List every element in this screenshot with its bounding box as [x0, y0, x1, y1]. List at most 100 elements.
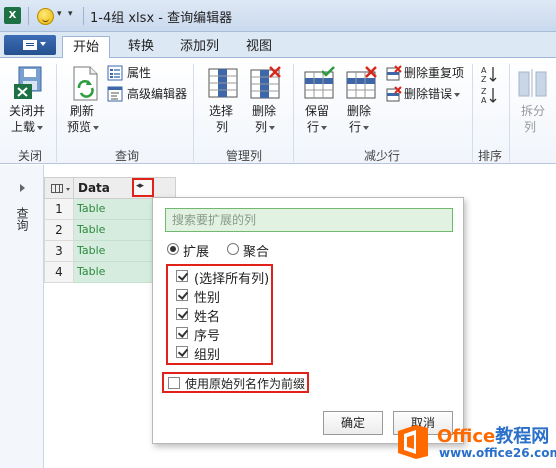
checkbox[interactable]	[176, 270, 188, 282]
close-load-label-2: 上载	[11, 120, 36, 134]
chevron-down-icon	[454, 92, 461, 97]
expand-radio-label[interactable]: 扩展	[183, 241, 209, 260]
ribbon-tab-row: 开始 转换 添加列 视图	[0, 32, 556, 59]
choose-columns-label-2: 列	[216, 120, 229, 134]
row-number: 3	[44, 241, 74, 262]
remove-duplicates-label: 删除重复项	[404, 66, 465, 80]
keep-rows-label-1: 保留	[305, 104, 330, 118]
sort-descending-icon: Z A	[481, 87, 497, 104]
tab-transform[interactable]: 转换	[118, 36, 164, 58]
remove-columns-icon	[250, 66, 281, 99]
chevron-down-icon	[66, 188, 70, 191]
ribbon: 关闭并 上载 关闭 刷新 预览 属性 高级编辑器 查询 选择 列 删除 列 管理…	[0, 58, 556, 164]
refresh-label-1: 刷新	[70, 104, 95, 118]
remove-columns-label-1: 删除	[252, 104, 277, 118]
split-column-label-2: 列	[524, 120, 537, 134]
chevron-down-icon	[363, 125, 370, 130]
tab-home[interactable]: 开始	[62, 36, 111, 59]
properties-label: 属性	[127, 66, 152, 80]
checkbox[interactable]	[176, 346, 188, 358]
feedback-dropdown-icon[interactable]: ▾	[57, 9, 62, 19]
aggregate-radio-label[interactable]: 聚合	[243, 241, 269, 260]
expand-column-popup: 搜索要扩展的列 扩展 聚合 (选择所有列) 性别 姓名 序号 组别 使用原始列名	[152, 197, 464, 444]
row-number: 1	[44, 199, 74, 220]
remove-errors-label: 删除错误	[404, 87, 453, 101]
split-column-label-1: 拆分	[521, 104, 546, 118]
title-separator	[28, 7, 29, 25]
row-number: 4	[44, 262, 74, 283]
tab-add-column[interactable]: 添加列	[170, 36, 229, 58]
keep-rows-icon	[304, 66, 335, 99]
chevron-down-icon	[37, 125, 44, 130]
checkbox[interactable]	[176, 289, 188, 301]
expand-arrows-icon: ◂▸	[136, 181, 144, 191]
smiley-feedback-icon[interactable]	[37, 8, 54, 25]
checkbox-label: (选择所有列)	[194, 272, 270, 287]
table-menu-button[interactable]	[44, 177, 74, 199]
keep-rows-label-2: 行	[307, 120, 320, 134]
group-label-manage-columns: 管理列	[226, 149, 263, 163]
group-label-sort: 排序	[478, 149, 503, 163]
watermark-title: Office教程网	[437, 426, 550, 447]
remove-rows-label-1: 删除	[347, 104, 372, 118]
chevron-down-icon	[40, 42, 46, 46]
column-header-data[interactable]: Data	[74, 177, 176, 199]
save-close-icon	[14, 66, 42, 99]
data-grid-header: Data ◂▸	[44, 177, 556, 199]
chevron-down-icon	[269, 125, 276, 130]
expand-radio[interactable]	[167, 243, 179, 255]
group-label-reduce-rows: 减少行	[364, 149, 401, 163]
close-load-label-1: 关闭并	[9, 104, 46, 118]
queries-pane: 查询	[0, 165, 44, 468]
row-number: 2	[44, 220, 74, 241]
watermark-url: www.office26.com	[439, 446, 556, 460]
use-prefix-option[interactable]: 使用原始列名作为前缀	[162, 372, 309, 393]
window-title: 1-4组 xlsx - 查询编辑器	[90, 11, 233, 26]
chevron-down-icon	[321, 125, 328, 130]
expand-column-button[interactable]: ◂▸	[132, 178, 154, 197]
group-label-query: 查询	[115, 149, 140, 163]
quick-access-customize-icon[interactable]: ▾	[68, 9, 73, 19]
watermark: Office教程网 www.office26.com	[393, 418, 556, 468]
ok-button[interactable]: 确定	[323, 411, 383, 435]
group-label-close: 关闭	[18, 149, 43, 163]
refresh-icon	[73, 66, 98, 101]
use-prefix-label: 使用原始列名作为前缀	[185, 377, 306, 391]
file-menu-button[interactable]	[4, 35, 56, 55]
title-separator	[83, 7, 84, 25]
office-logo-icon	[398, 425, 428, 459]
svg-text:Z: Z	[481, 87, 487, 96]
chevron-down-icon	[93, 125, 100, 130]
remove-duplicates-icon	[386, 65, 402, 81]
remove-columns-label-2: 列	[255, 120, 268, 134]
remove-errors-icon	[386, 86, 402, 102]
advanced-editor-label: 高级编辑器	[127, 87, 188, 101]
checkbox-label: 性别	[194, 291, 221, 306]
checkbox[interactable]	[176, 327, 188, 339]
svg-text:A: A	[481, 66, 487, 75]
column-checklist: (选择所有列) 性别 姓名 序号 组别	[166, 264, 273, 365]
sort-ascending-icon: A Z	[481, 66, 497, 83]
expand-pane-icon[interactable]	[20, 184, 25, 192]
advanced-editor-icon	[107, 86, 123, 102]
split-column-icon	[518, 69, 547, 97]
excel-logo-icon: X	[4, 7, 21, 24]
queries-pane-label[interactable]: 查询	[14, 207, 31, 231]
checkbox-label: 姓名	[194, 310, 221, 325]
file-menu-icon	[23, 40, 37, 50]
use-prefix-checkbox[interactable]	[168, 377, 180, 389]
refresh-label-2: 预览	[67, 120, 92, 134]
column-search-input[interactable]: 搜索要扩展的列	[165, 208, 453, 232]
aggregate-radio[interactable]	[227, 243, 239, 255]
table-icon	[51, 184, 63, 193]
choose-columns-icon	[208, 68, 238, 98]
svg-text:Z: Z	[481, 75, 487, 83]
remove-rows-icon	[346, 66, 377, 99]
tab-view[interactable]: 视图	[236, 36, 282, 58]
checkbox-label: 序号	[194, 329, 221, 344]
svg-text:A: A	[481, 96, 487, 104]
checkbox[interactable]	[176, 308, 188, 320]
properties-icon	[107, 65, 123, 81]
column-header-label: Data	[78, 181, 110, 195]
checkbox-label: 组别	[194, 348, 221, 363]
